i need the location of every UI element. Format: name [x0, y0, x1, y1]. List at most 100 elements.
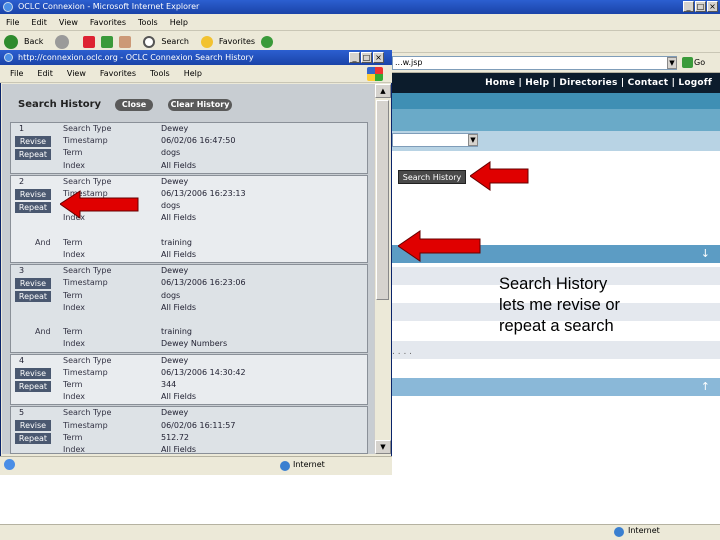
refresh-icon[interactable]: [101, 35, 114, 48]
repeat-button[interactable]: Repeat: [15, 380, 51, 392]
field-value: Dewey: [161, 124, 189, 133]
field-label: Index: [63, 339, 86, 349]
red-arrow-left-icon: [60, 190, 139, 219]
field-value: All Fields: [161, 392, 197, 402]
search-icon[interactable]: [143, 35, 156, 48]
repeat-button[interactable]: Repeat: [15, 149, 51, 160]
scroll-thumb[interactable]: [376, 100, 389, 300]
menu-help[interactable]: Help: [170, 14, 188, 30]
field-label: Term: [63, 290, 83, 300]
zone-label: Internet: [628, 526, 660, 535]
field-value: 512.72: [161, 432, 189, 442]
revise-button[interactable]: Revise: [15, 420, 51, 432]
menu-edit[interactable]: Edit: [31, 14, 47, 30]
field-label: Term: [63, 379, 83, 389]
main-title-bar: OCLC Connexion - Microsoft Internet Expl…: [0, 0, 720, 14]
annotation-line-3: repeat a search: [499, 317, 614, 335]
home-icon[interactable]: [119, 35, 132, 48]
revise-button[interactable]: Revise: [15, 367, 51, 379]
menu-tools[interactable]: Tools: [150, 65, 170, 82]
revise-button[interactable]: Revise: [15, 136, 51, 147]
entry-number: 4: [19, 355, 25, 365]
search-history-button[interactable]: Search History: [398, 170, 466, 184]
popup-maximize-button[interactable]: □: [361, 52, 372, 63]
select-chevron-down-icon[interactable]: ▼: [468, 134, 478, 146]
menu-file[interactable]: File: [6, 14, 19, 30]
boolean-operator: And: [35, 237, 51, 247]
field-value: Dewey: [161, 176, 189, 186]
main-status-bar: [0, 524, 720, 540]
field-label: Index: [63, 444, 86, 454]
search-type-select[interactable]: [392, 133, 478, 147]
field-value: All Fields: [161, 302, 197, 312]
field-value: Dewey: [161, 266, 189, 276]
arrow-up-icon[interactable]: ↑: [701, 380, 710, 393]
close-history-button[interactable]: Close: [115, 99, 153, 111]
address-input[interactable]: ...w.jsp: [392, 56, 677, 70]
menu-edit[interactable]: Edit: [37, 65, 53, 82]
scroll-up-icon[interactable]: ▲: [375, 84, 391, 98]
menu-view[interactable]: View: [67, 65, 86, 82]
field-value: dogs: [161, 290, 181, 300]
search-toolbar-button[interactable]: Search: [161, 37, 188, 46]
repeat-button[interactable]: Repeat: [15, 291, 51, 303]
go-button[interactable]: Go: [682, 56, 716, 70]
globe-icon: [280, 461, 290, 471]
history-entry: 4 Revise Repeat Search Type Dewey Timestamp 06…: [10, 353, 368, 406]
field-value: dogs: [161, 148, 181, 158]
header-band-secondary: [392, 109, 720, 131]
repeat-button[interactable]: Repeat: [15, 433, 51, 445]
windows-logo-icon: [367, 67, 383, 81]
popup-scrollbar[interactable]: ▲ ▼: [374, 84, 391, 454]
favorites-toolbar-button[interactable]: Favorites: [219, 37, 255, 46]
close-button[interactable]: ×: [707, 1, 718, 12]
field-label: Search Type: [63, 355, 112, 365]
field-label: Index: [63, 392, 86, 402]
go-label: Go: [694, 58, 706, 67]
popup-window-controls: _ □ ×: [349, 52, 384, 63]
stop-icon[interactable]: [83, 35, 96, 48]
menu-help[interactable]: Help: [184, 65, 202, 82]
field-label: Term: [63, 148, 83, 158]
field-value: training: [161, 237, 192, 247]
repeat-button[interactable]: Repeat: [15, 201, 51, 213]
back-arrow-icon[interactable]: [4, 34, 18, 49]
forward-arrow-icon[interactable]: [55, 34, 70, 49]
popup-status-zone: Internet: [280, 460, 325, 471]
history-entry: 1 Revise Repeat Search Type Dewey Timestamp 06…: [10, 122, 368, 174]
menu-tools[interactable]: Tools: [138, 14, 158, 30]
arrow-down-icon[interactable]: ↓: [701, 247, 710, 260]
globe-icon: [614, 527, 624, 537]
media-icon[interactable]: [261, 35, 274, 48]
field-label: Search Type: [63, 408, 112, 418]
entry-number: 3: [19, 266, 25, 276]
popup-close-button[interactable]: ×: [373, 52, 384, 63]
address-dropdown-icon[interactable]: ▼: [667, 57, 677, 69]
popup-minimize-button[interactable]: _: [349, 52, 360, 63]
field-label: Term: [63, 327, 83, 337]
entry-number: 5: [19, 408, 25, 418]
field-value: 06/13/2006 16:23:06: [161, 278, 246, 288]
minimize-button[interactable]: _: [683, 1, 694, 12]
field-label: Index: [63, 160, 86, 170]
history-entry: 3 Revise Repeat Search Type Dewey Timestamp 06…: [10, 264, 368, 353]
clear-history-button[interactable]: Clear History: [168, 99, 232, 111]
ie-logo-icon: [4, 53, 13, 62]
main-window-controls: _ □ ×: [683, 1, 718, 12]
popup-window-title: http://connexion.oclc.org - OCLC Connexi…: [18, 53, 254, 62]
menu-favorites[interactable]: Favorites: [100, 65, 136, 82]
history-entry: 5 Revise Repeat Search Type Dewey Timestamp 06…: [10, 406, 368, 454]
menu-favorites[interactable]: Favorites: [90, 14, 126, 30]
menu-view[interactable]: View: [59, 14, 78, 30]
favorites-star-icon[interactable]: [200, 35, 213, 48]
revise-button[interactable]: Revise: [15, 188, 51, 200]
header-band: [392, 93, 720, 109]
back-button[interactable]: Back: [24, 37, 43, 46]
search-history-heading: Search History: [18, 99, 102, 110]
revise-button[interactable]: Revise: [15, 278, 51, 290]
maximize-button[interactable]: □: [695, 1, 706, 12]
top-navigation[interactable]: Home | Help | Directories | Contact | Lo…: [392, 73, 720, 93]
field-label: Search Type: [63, 124, 112, 133]
scroll-down-icon[interactable]: ▼: [375, 440, 391, 454]
menu-file[interactable]: File: [10, 65, 23, 82]
